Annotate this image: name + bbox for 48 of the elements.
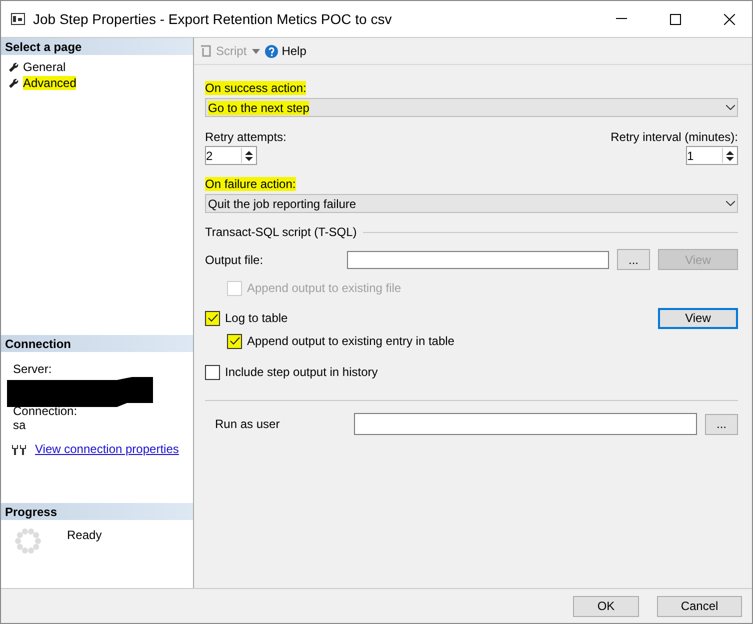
checkbox[interactable] [205, 364, 220, 380]
success-action-dropdown[interactable]: Go to the next step [205, 98, 738, 117]
close-icon[interactable] [724, 14, 734, 24]
maximize-icon[interactable] [670, 14, 680, 24]
output-file-label: Output file: [205, 252, 264, 266]
checkbox-option[interactable]: Log to table [205, 310, 288, 326]
retry-interval-spinner[interactable]: 1 [686, 146, 738, 165]
dialog-button[interactable]: Cancel [657, 596, 742, 616]
dropdown-caret-icon[interactable] [252, 48, 260, 54]
connection-properties-link[interactable]: View connection properties [35, 442, 179, 456]
output-file-field[interactable] [347, 250, 609, 268]
browse-button[interactable]: ... [617, 249, 650, 270]
success-action-label: On success action: [205, 81, 306, 95]
browse-button[interactable]: ... [705, 414, 738, 434]
help-button[interactable]: Help [264, 44, 306, 58]
minimize-icon[interactable] [616, 18, 626, 20]
view-button[interactable]: View [658, 308, 738, 328]
plug-icon [11, 443, 27, 455]
failure-action-dropdown[interactable]: Quit the job reporting failure [205, 194, 738, 213]
dialog-button[interactable]: OK [573, 596, 639, 616]
section-header: Select a page [1, 38, 193, 55]
window-icon [11, 13, 25, 25]
page-item[interactable]: Advanced [23, 76, 76, 90]
checkbox[interactable] [227, 334, 242, 348]
help-icon[interactable] [264, 44, 278, 58]
server-label: Server: [13, 362, 53, 376]
chevron-icon [726, 105, 735, 110]
run-as-user-field[interactable] [354, 413, 697, 435]
page-item[interactable]: General [23, 60, 66, 74]
connection-value: sa [13, 418, 27, 432]
retry-attempts-label: Retry attempts: [205, 130, 286, 144]
window-title: Job Step Properties - Export Retention Metics POC to csv [33, 11, 393, 27]
spinner-icon [15, 528, 41, 554]
spin-arrows-icon[interactable] [726, 150, 734, 162]
section-header: Connection [1, 335, 193, 352]
retry-attempts-spinner[interactable]: 2 [205, 146, 257, 165]
spin-arrows-icon[interactable] [245, 150, 253, 162]
group-title: Transact-SQL script (T-SQL) [205, 225, 357, 239]
checkbox[interactable] [205, 310, 220, 326]
checkbox-option[interactable]: Append output to existing entry in table [227, 334, 454, 348]
connection-label: Connection: [13, 404, 78, 418]
run-as-label: Run as user [215, 417, 280, 431]
retry-interval-label: Retry interval (minutes): [610, 130, 738, 144]
progress-status: Ready [67, 528, 102, 542]
failure-action-label: On failure action: [205, 177, 296, 191]
chevron-icon [726, 201, 735, 206]
section-header: Progress [1, 503, 193, 520]
checkbox-option[interactable]: Include step output in history [205, 364, 378, 380]
